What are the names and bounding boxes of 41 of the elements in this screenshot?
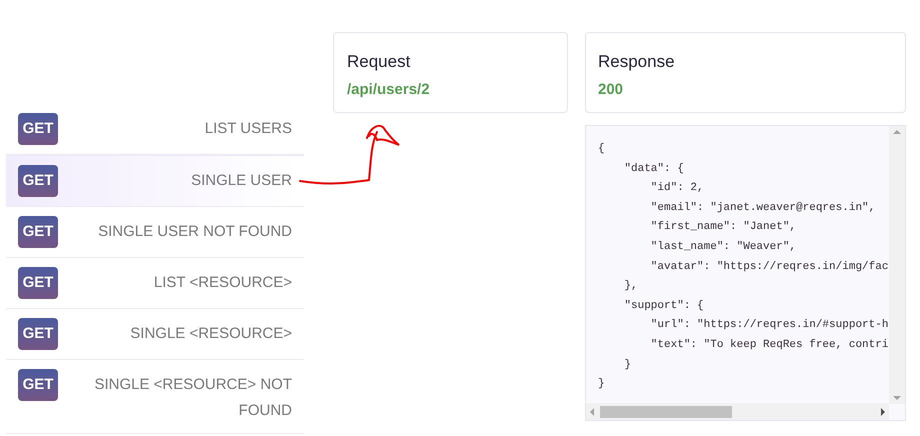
endpoint-item[interactable]: GET SINGLE USER [6,155,304,207]
code-line: "avatar": "https://reqres.in/img/fac [650,260,888,275]
code-line: "id": 2, [650,181,704,196]
card-title: Response [598,51,676,73]
method-badge: GET [18,318,58,350]
horizontal-scrollbar[interactable] [586,403,889,420]
method-badge: GET [18,165,58,197]
code-line: "email": "janet.weaver@reqres.in", [650,200,876,216]
endpoint-label: SINGLE USER NOT FOUND [97,222,292,242]
endpoint-item[interactable]: GET SINGLE <RESOURCE> NOT FOUND [6,360,304,434]
code-line: "support": { [623,298,704,314]
method-badge: GET [18,267,58,299]
status-code: 200 [598,80,624,100]
code-line: "last_name": "Weaver", [650,240,796,255]
code-line: "data": { [623,162,684,177]
scroll-down-icon[interactable] [893,396,901,400]
code-line: "first_name": "Janet", [650,220,796,236]
scroll-left-icon[interactable] [590,408,594,416]
method-badge: GET [18,369,58,401]
card-title: Request [347,51,412,73]
endpoint-label: LIST USERS [204,119,292,139]
endpoint-label: SINGLE <RESOURCE> NOT FOUND [93,375,292,421]
endpoint-item[interactable]: GET SINGLE <RESOURCE> [6,309,304,360]
scroll-thumb[interactable] [600,406,732,418]
method-badge: GET [18,216,58,248]
endpoint-item[interactable]: GET LIST <RESOURCE> [6,258,304,309]
code-line: { [598,142,605,157]
scroll-up-icon[interactable] [893,130,901,134]
vertical-scrollbar[interactable] [889,126,905,404]
code-line: "text": "To keep ReqRes free, contri [650,338,888,353]
endpoint-label: SINGLE <RESOURCE> [129,324,292,344]
code-line: } [598,377,605,392]
code-line: }, [623,279,638,294]
scroll-right-icon[interactable] [881,408,885,416]
endpoint-label: SINGLE USER [190,171,292,191]
endpoint-item[interactable]: GET SINGLE USER NOT FOUND [6,207,304,258]
request-path: /api/users/2 [347,80,431,100]
code-line: } [623,358,632,373]
endpoint-label: LIST <RESOURCE> [152,273,292,293]
method-badge: GET [18,113,58,145]
code-line: "url": "https://reqres.in/#support-h [650,318,888,334]
